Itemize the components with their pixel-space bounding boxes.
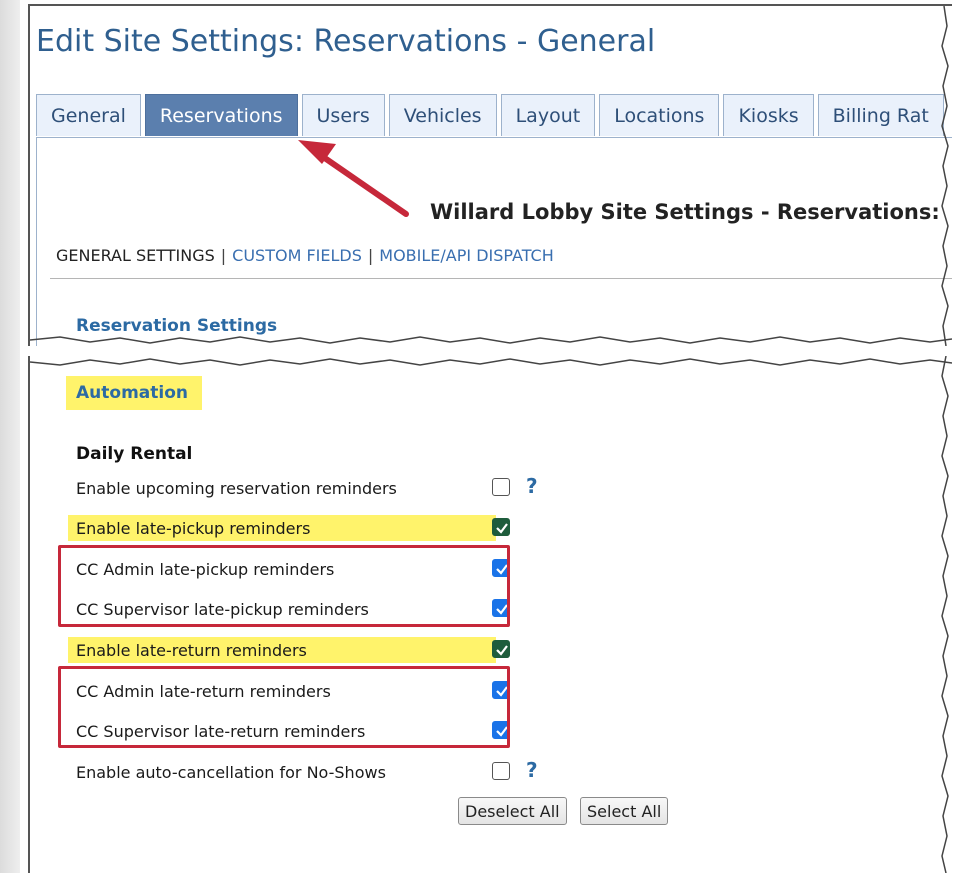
daily-rental-title: Daily Rental [76,444,193,464]
row-label: Enable late-return reminders [76,640,307,660]
row-auto-cancellation-no-shows: Enable auto-cancellation for No-Shows ? [68,758,538,786]
row-label: Enable late-pickup reminders [76,518,311,538]
checkbox-auto-cancellation-no-shows[interactable] [492,762,510,780]
annotation-arrow-icon [298,140,409,217]
screenshot-shadow [0,0,20,873]
deselect-all-button[interactable]: Deselect All [458,797,567,825]
row-enable-late-return-reminders: Enable late-return reminders [68,636,510,664]
help-icon[interactable]: ? [526,474,538,498]
top-panel: Edit Site Settings: Reservations - Gener… [28,4,952,346]
checkbox-enable-late-return-reminders[interactable] [492,640,510,658]
row-enable-late-pickup-reminders: Enable late-pickup reminders [68,514,510,542]
torn-edge [941,356,949,873]
checkmark-icon [496,523,508,534]
select-all-button[interactable]: Select All [580,797,669,825]
torn-edge [941,6,949,346]
checkbox-enable-late-pickup-reminders[interactable] [492,518,510,536]
checkmark-icon [496,645,508,656]
help-icon[interactable]: ? [526,758,538,782]
row-label: Enable auto-cancellation for No-Shows [76,762,386,782]
torn-edge [30,358,952,366]
annotation-box-late-pickup [58,545,510,627]
row-label: Enable upcoming reservation reminders [76,478,397,498]
bottom-panel: Automation Daily Rental Enable upcoming … [28,356,952,873]
automation-heading: Automation [66,376,202,410]
checkbox-upcoming-reservation-reminders[interactable] [492,478,510,496]
torn-edge [30,336,952,344]
annotation-box-late-return [58,666,510,748]
row-upcoming-reservation-reminders: Enable upcoming reservation reminders ? [68,474,538,502]
